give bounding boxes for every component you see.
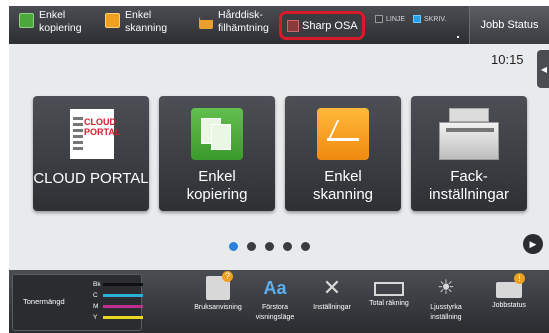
brightness-icon: ☀ bbox=[437, 277, 455, 299]
toner-code: Y bbox=[93, 314, 98, 321]
line-indicator: LINJE bbox=[375, 15, 405, 23]
clock: 10:15 bbox=[491, 52, 524, 67]
toner-row-y: Y bbox=[93, 314, 143, 321]
enlarge-display-button[interactable]: Aa Förstora visningsläge bbox=[245, 274, 305, 331]
toner-bar bbox=[103, 316, 143, 319]
page-indicator bbox=[229, 242, 310, 251]
total-count-button[interactable]: Total räkning bbox=[359, 274, 419, 331]
print-indicator: SKRIV. bbox=[413, 15, 446, 23]
shortcut-label: Hårddisk- filhämtning bbox=[218, 9, 269, 34]
toner-level-panel[interactable]: Tonermängd Bk C M Y bbox=[12, 274, 143, 331]
brightness-button[interactable]: ☀ Ljusstyrka inställning bbox=[416, 274, 476, 331]
tile-tray-settings[interactable]: Fack- inställningar bbox=[411, 96, 527, 211]
toner-row-bk: Bk bbox=[93, 281, 143, 288]
manual-label: Bruksanvisning bbox=[194, 304, 242, 311]
toner-bar bbox=[103, 305, 143, 308]
tile-label: CLOUD PORTAL bbox=[33, 170, 149, 187]
sharp-osa-icon bbox=[287, 19, 299, 32]
next-page-button[interactable]: ▶ bbox=[523, 234, 543, 254]
tile-cloud-portal[interactable]: CLOUD PORTAL CLOUD PORTAL bbox=[33, 96, 149, 211]
page-dot[interactable] bbox=[229, 242, 238, 251]
settings-label: Inställningar bbox=[313, 304, 351, 311]
toner-row-m: M bbox=[93, 303, 143, 310]
tile-simple-scan[interactable]: Enkel skanning bbox=[285, 96, 401, 211]
page-dot[interactable] bbox=[247, 242, 256, 251]
counter-icon bbox=[374, 282, 404, 296]
line-led bbox=[375, 15, 383, 23]
page-dot[interactable] bbox=[265, 242, 274, 251]
toner-row-c: C bbox=[93, 292, 143, 299]
copy-sheet-front bbox=[211, 124, 231, 150]
scan-beam bbox=[328, 120, 358, 138]
printer-icon bbox=[437, 108, 501, 162]
shortcut-simple-scan[interactable]: Enkel skanning bbox=[105, 9, 167, 43]
printer-panel bbox=[446, 128, 494, 132]
page-dot[interactable] bbox=[301, 242, 310, 251]
tools-icon: ✕ bbox=[322, 275, 342, 300]
total-count-label: Total räkning bbox=[369, 300, 409, 307]
scan-line bbox=[327, 138, 359, 141]
copy-icon bbox=[191, 108, 243, 160]
topbar-dot bbox=[457, 36, 459, 38]
shortcut-label: Enkel skanning bbox=[125, 9, 168, 34]
tile-simple-copy[interactable]: Enkel kopiering bbox=[159, 96, 275, 211]
bottom-bar: Tonermängd Bk C M Y Bruksanvisning A bbox=[9, 270, 549, 333]
toner-bar bbox=[103, 283, 143, 286]
line-label: LINJE bbox=[386, 15, 406, 23]
enlarge-display-label: Förstora visningsläge bbox=[255, 304, 295, 321]
job-status-icon bbox=[496, 273, 525, 298]
manual-button[interactable]: Bruksanvisning bbox=[188, 271, 248, 331]
top-bar: Enkel kopiering Enkel skanning Hårddisk-… bbox=[9, 6, 549, 44]
play-arrow-icon: ▶ bbox=[529, 238, 537, 249]
print-led bbox=[413, 15, 421, 23]
manual-icon bbox=[206, 271, 233, 300]
job-status-label: Jobbstatus bbox=[492, 302, 526, 309]
sharp-osa-label: Sharp OSA bbox=[302, 19, 358, 32]
cloud-portal-logo: CLOUD PORTAL bbox=[70, 109, 120, 159]
copy-icon bbox=[19, 13, 34, 28]
shortcut-hdd-file-retrieve[interactable]: Hårddisk- filhämtning bbox=[199, 9, 269, 43]
shortcut-simple-copy[interactable]: Enkel kopiering bbox=[19, 9, 82, 43]
toner-bar bbox=[103, 294, 143, 297]
logo-text: CLOUD PORTAL bbox=[84, 117, 121, 137]
toner-title: Tonermängd bbox=[23, 297, 65, 306]
tile-label: Fack- inställningar bbox=[428, 168, 510, 203]
toner-code: C bbox=[93, 292, 98, 299]
side-tab-arrow-icon: ◀ bbox=[540, 64, 548, 74]
scan-icon bbox=[317, 108, 369, 160]
printer-top bbox=[449, 108, 489, 122]
tile-label: Enkel skanning bbox=[312, 168, 374, 203]
logo-bars bbox=[73, 117, 83, 151]
settings-button[interactable]: ✕ Inställningar bbox=[302, 274, 362, 331]
job-status-shortcut[interactable]: Jobbstatus bbox=[479, 273, 539, 331]
side-panel-tab[interactable]: ◀ bbox=[537, 50, 549, 88]
toner-code: Bk bbox=[93, 281, 101, 288]
toner-code: M bbox=[93, 303, 99, 310]
shortcut-label: Enkel kopiering bbox=[39, 9, 82, 34]
job-status-button[interactable]: Jobb Status bbox=[469, 6, 549, 44]
home-screen: Enkel kopiering Enkel skanning Hårddisk-… bbox=[9, 6, 549, 333]
tile-label: Enkel kopiering bbox=[186, 168, 248, 203]
scan-icon bbox=[105, 13, 120, 28]
page-dot[interactable] bbox=[283, 242, 292, 251]
zoom-text-icon: Aa bbox=[263, 278, 287, 298]
sharp-osa-button[interactable]: Sharp OSA bbox=[279, 11, 365, 40]
print-label: SKRIV. bbox=[424, 15, 447, 23]
brightness-label: Ljusstyrka inställning bbox=[430, 304, 462, 321]
folder-icon bbox=[199, 17, 213, 29]
printer-body bbox=[439, 122, 499, 160]
